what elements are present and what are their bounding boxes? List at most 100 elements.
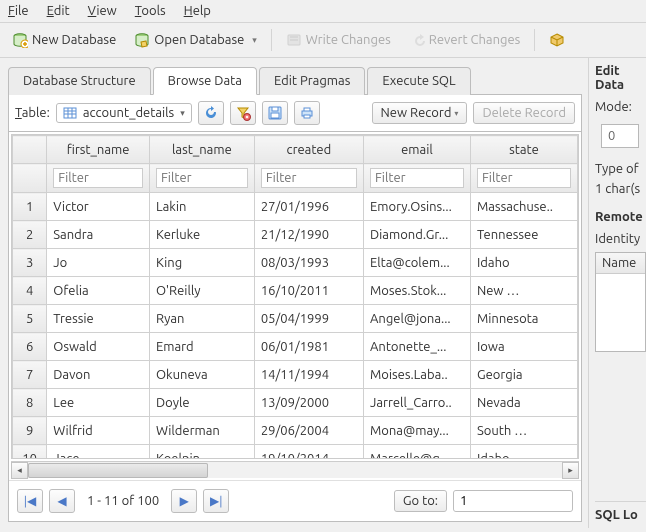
cell-first-name[interactable]: Wilfrid [47, 417, 150, 445]
filter-created[interactable] [261, 168, 357, 188]
cell-first-name[interactable]: Sandra [47, 221, 150, 249]
last-page-button[interactable]: ▶| [203, 489, 229, 513]
cell-last-name[interactable]: Koelpin [149, 445, 254, 460]
cell-first-name[interactable]: Davon [47, 361, 150, 389]
table-row[interactable]: 4OfeliaO'Reilly16/10/2011Moses.Stok...Ne… [13, 277, 578, 305]
cell-first-name[interactable]: Lee [47, 389, 150, 417]
table-row[interactable]: 9WilfridWilderman29/06/2004Mona@may...So… [13, 417, 578, 445]
prev-page-button[interactable]: ◀ [49, 489, 75, 513]
cell-first-name[interactable]: Tressie [47, 305, 150, 333]
cell-created[interactable]: 19/10/2014 [254, 445, 363, 460]
cell-created[interactable]: 06/01/1981 [254, 333, 363, 361]
cell-state[interactable]: Nevada [470, 389, 577, 417]
cell-first-name[interactable]: Ofelia [47, 277, 150, 305]
cell-last-name[interactable]: Lakin [149, 193, 254, 221]
cell-created[interactable]: 21/12/1990 [254, 221, 363, 249]
table-row[interactable]: 2SandraKerluke21/12/1990Diamond.Gr...Ten… [13, 221, 578, 249]
save-table-button[interactable] [262, 101, 288, 125]
cell-email[interactable]: Elta@colem... [363, 249, 470, 277]
scroll-track[interactable] [28, 463, 562, 478]
table-row[interactable]: 8LeeDoyle13/09/2000Jarrell_Carro..Nevada [13, 389, 578, 417]
refresh-button[interactable] [198, 101, 224, 125]
next-page-button[interactable]: ▶ [171, 489, 197, 513]
goto-button[interactable]: Go to: [394, 490, 447, 512]
table-row[interactable]: 3JoKing08/03/1993Elta@colem...Idaho [13, 249, 578, 277]
goto-input[interactable] [453, 490, 573, 512]
table-row[interactable]: 7DavonOkuneva14/11/1994Moises.Laba..Geor… [13, 361, 578, 389]
col-state[interactable]: state [470, 136, 577, 164]
table-row[interactable]: 6OswaldEmard06/01/1981Antonette_...Iowa [13, 333, 578, 361]
filter-last-name[interactable] [156, 168, 248, 188]
cell-created[interactable]: 29/06/2004 [254, 417, 363, 445]
cell-first-name[interactable]: Jace [47, 445, 150, 460]
cell-email[interactable]: Diamond.Gr... [363, 221, 470, 249]
cell-last-name[interactable]: O'Reilly [149, 277, 254, 305]
cell-state[interactable]: South … [470, 417, 577, 445]
cell-created[interactable]: 05/04/1999 [254, 305, 363, 333]
clear-filter-button[interactable] [230, 101, 256, 125]
cell-email[interactable]: Marcelle@q... [363, 445, 470, 460]
new-database-button[interactable]: New Database [8, 29, 120, 51]
cell-state[interactable]: New … [470, 277, 577, 305]
cell-email[interactable]: Moses.Stok... [363, 277, 470, 305]
table-row[interactable]: 10JaceKoelpin19/10/2014Marcelle@q...Idah… [13, 445, 578, 460]
menu-help[interactable]: Help [184, 4, 211, 18]
filter-state[interactable] [477, 168, 571, 188]
tab-database-structure[interactable]: Database Structure [8, 67, 151, 95]
cell-state[interactable]: Georgia [470, 361, 577, 389]
cell-email[interactable]: Moises.Laba.. [363, 361, 470, 389]
cell-last-name[interactable]: Doyle [149, 389, 254, 417]
print-button[interactable] [294, 101, 320, 125]
cell-first-name[interactable]: Victor [47, 193, 150, 221]
filter-first-name[interactable] [53, 168, 143, 188]
cell-last-name[interactable]: Kerluke [149, 221, 254, 249]
cell-last-name[interactable]: Emard [149, 333, 254, 361]
table-row[interactable]: 5TressieRyan05/04/1999Angel@jona...Minne… [13, 305, 578, 333]
new-record-button[interactable]: New Record▾ [372, 102, 468, 124]
col-first-name[interactable]: first_name [47, 136, 150, 164]
scroll-right-icon[interactable]: ▸ [562, 462, 579, 479]
cell-created[interactable]: 16/10/2011 [254, 277, 363, 305]
cell-last-name[interactable]: Wilderman [149, 417, 254, 445]
cell-state[interactable]: Iowa [470, 333, 577, 361]
col-email[interactable]: email [363, 136, 470, 164]
cell-email[interactable]: Antonette_... [363, 333, 470, 361]
menu-file[interactable]: File [8, 4, 29, 18]
cell-created[interactable]: 13/09/2000 [254, 389, 363, 417]
mode-value-box[interactable]: 0 [601, 124, 639, 148]
cell-last-name[interactable]: Ryan [149, 305, 254, 333]
cell-created[interactable]: 27/01/1996 [254, 193, 363, 221]
toolbar-overflow[interactable] [545, 29, 569, 51]
name-column-header[interactable]: Name [596, 253, 645, 274]
scroll-left-icon[interactable]: ◂ [11, 462, 28, 479]
col-created[interactable]: created [254, 136, 363, 164]
table-selector[interactable]: account_details ▾ [56, 103, 192, 123]
tab-execute-sql[interactable]: Execute SQL [367, 67, 470, 95]
tab-browse-data[interactable]: Browse Data [153, 67, 257, 95]
menu-edit[interactable]: Edit [47, 4, 70, 18]
cell-state[interactable]: Idaho [470, 249, 577, 277]
cell-state[interactable]: Minnesota [470, 305, 577, 333]
cell-first-name[interactable]: Oswald [47, 333, 150, 361]
tab-edit-pragmas[interactable]: Edit Pragmas [259, 67, 365, 95]
open-db-caret-icon[interactable]: ▾ [252, 35, 257, 48]
cell-last-name[interactable]: Okuneva [149, 361, 254, 389]
scroll-thumb[interactable] [28, 463, 208, 478]
filter-email[interactable] [370, 168, 464, 188]
cell-created[interactable]: 14/11/1994 [254, 361, 363, 389]
cell-state[interactable]: Tennessee [470, 221, 577, 249]
open-database-button[interactable]: Open Database ▾ [130, 29, 261, 51]
table-row[interactable]: 1VictorLakin27/01/1996Emory.Osins...Mass… [13, 193, 578, 221]
col-last-name[interactable]: last_name [149, 136, 254, 164]
cell-email[interactable]: Jarrell_Carro.. [363, 389, 470, 417]
menu-view[interactable]: View [88, 4, 117, 18]
menu-tools[interactable]: Tools [135, 4, 166, 18]
cell-email[interactable]: Mona@may... [363, 417, 470, 445]
cell-created[interactable]: 08/03/1993 [254, 249, 363, 277]
h-scrollbar[interactable]: ◂ ▸ [11, 461, 579, 478]
cell-state[interactable]: Massachuse.. [470, 193, 577, 221]
cell-first-name[interactable]: Jo [47, 249, 150, 277]
cell-email[interactable]: Angel@jona... [363, 305, 470, 333]
cell-state[interactable]: Idaho [470, 445, 577, 460]
cell-last-name[interactable]: King [149, 249, 254, 277]
